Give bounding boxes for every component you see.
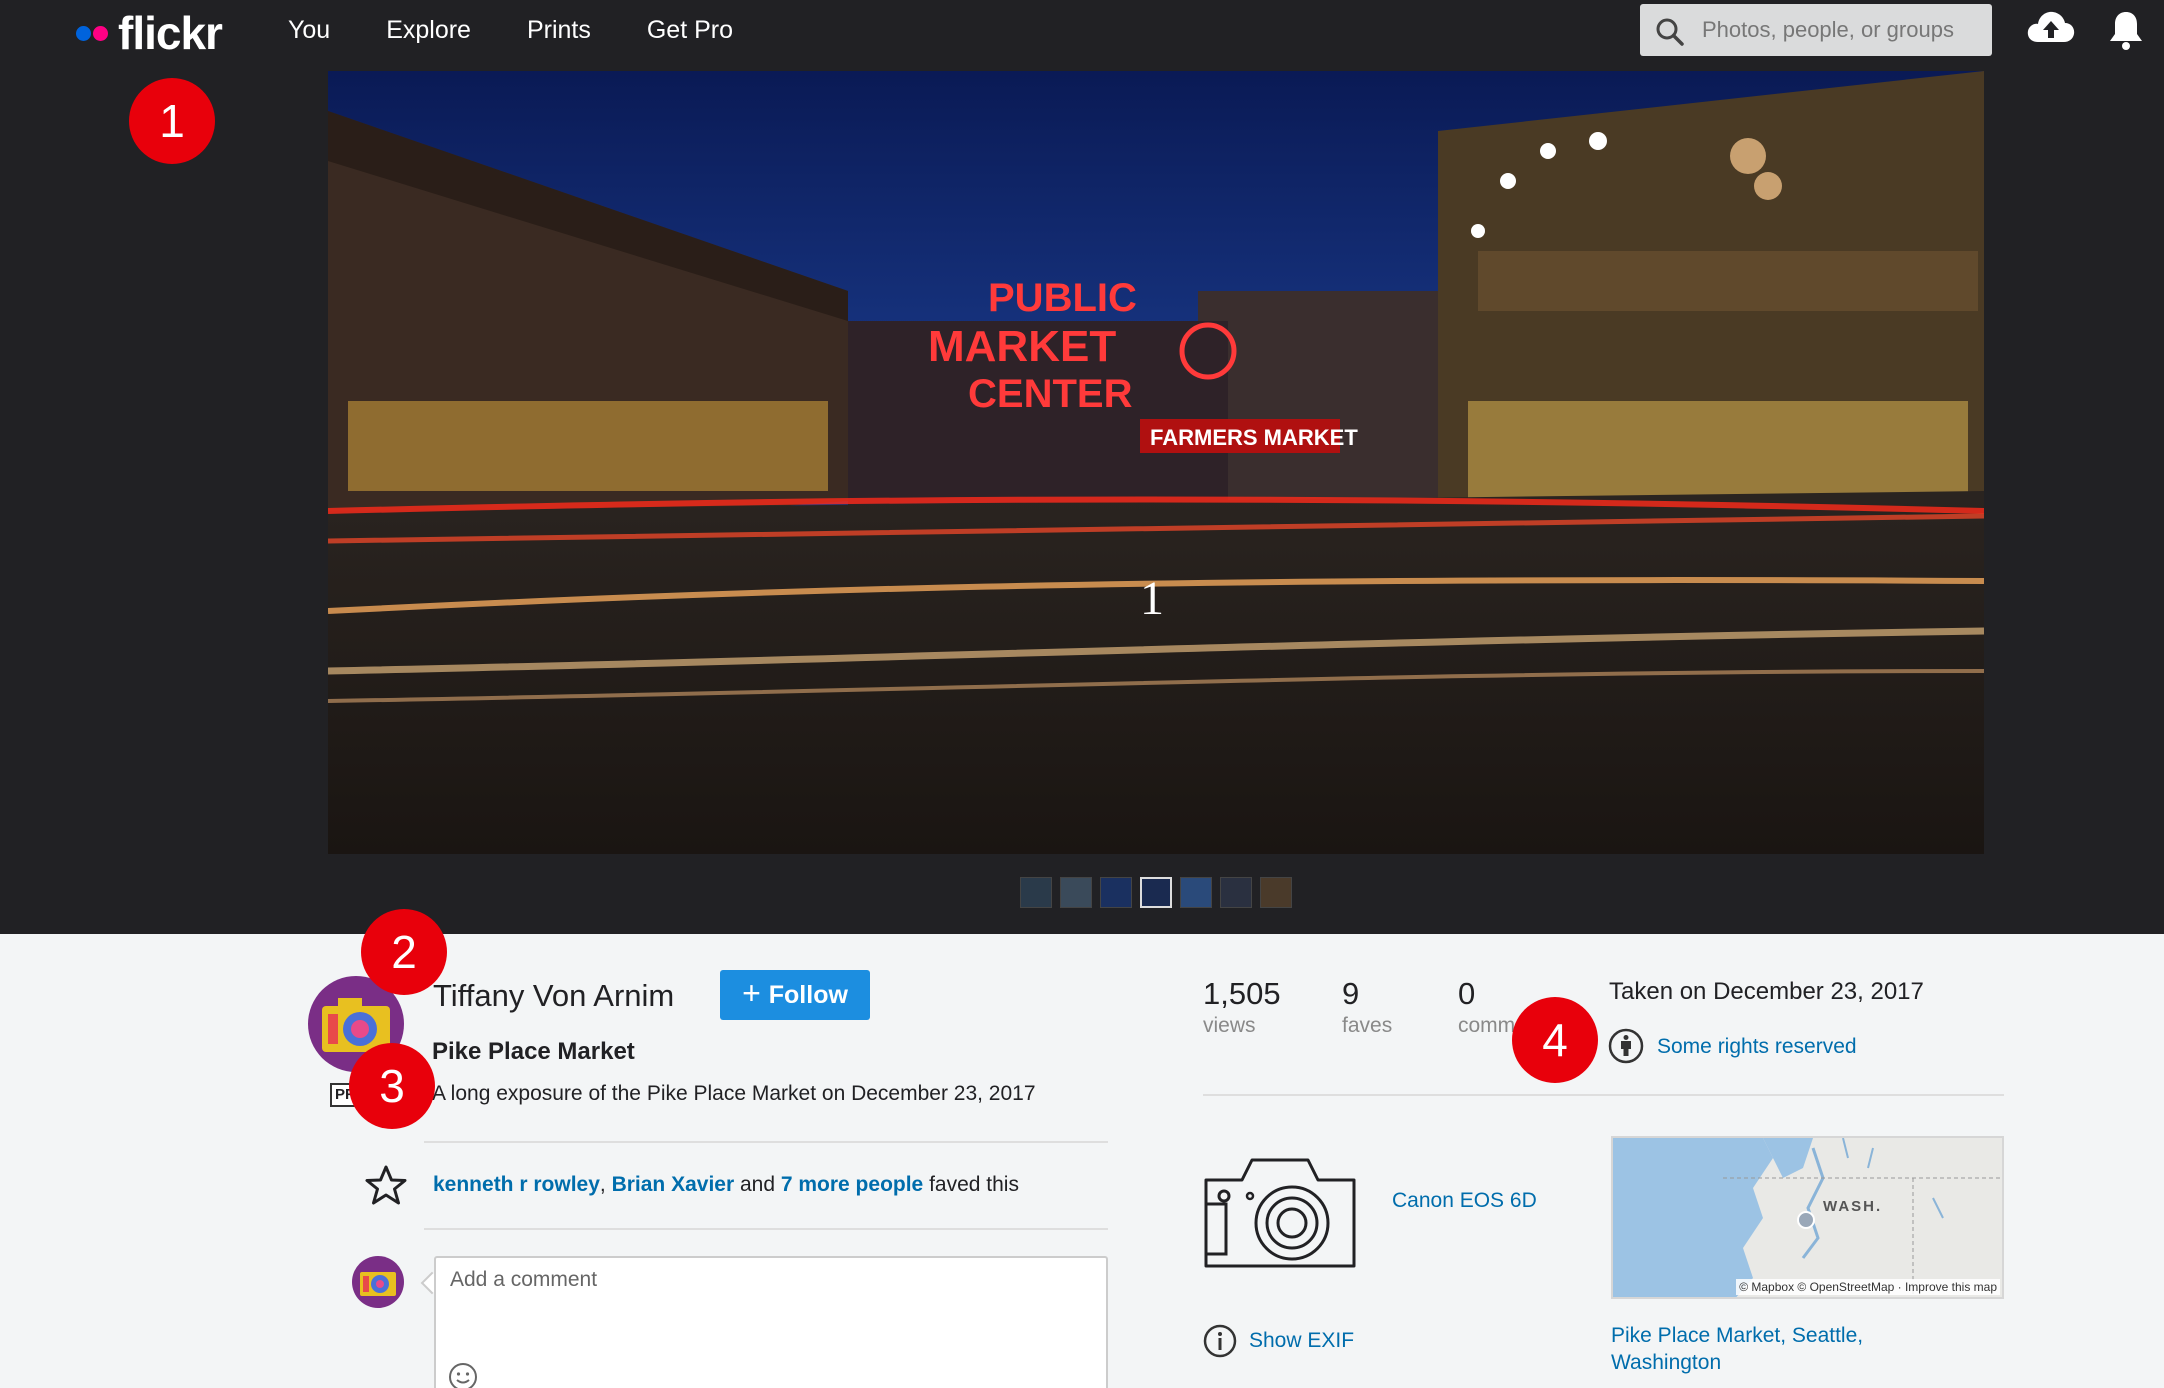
- nav-you[interactable]: You: [288, 16, 330, 45]
- faved-suffix: faved this: [923, 1173, 1019, 1196]
- faved-by-text: kenneth r rowley, Brian Xavier and 7 mor…: [433, 1173, 1019, 1197]
- plus-icon: +: [742, 974, 761, 1011]
- views-label: views: [1203, 1014, 1256, 1037]
- show-exif-link[interactable]: Show EXIF: [1249, 1329, 1354, 1353]
- taken-date: Taken on December 23, 2017: [1609, 978, 1924, 1005]
- follow-button[interactable]: + Follow: [720, 970, 870, 1020]
- follow-button-label: Follow: [768, 980, 848, 1009]
- flickr-logo[interactable]: flickr: [76, 7, 223, 59]
- faved-person-link[interactable]: Brian Xavier: [612, 1173, 735, 1196]
- views-count: 1,505: [1203, 976, 1281, 1011]
- callout-marker-4: 4: [1512, 997, 1598, 1083]
- logo-wordmark: flickr: [118, 7, 223, 59]
- map-state-label: WASH.: [1823, 1198, 1883, 1215]
- thumbnail[interactable]: [1220, 877, 1252, 908]
- owner-name[interactable]: Tiffany Von Arnim: [433, 978, 674, 1014]
- faved-separator: and: [734, 1173, 781, 1196]
- faved-separator: ,: [599, 1173, 612, 1196]
- main-photo[interactable]: PUBLIC MARKET CENTER FARMERS MARKET 1: [328, 71, 1984, 854]
- notifications-bell-icon[interactable]: [2106, 9, 2146, 51]
- top-navigation-bar: flickr You Explore Prints Get Pro: [0, 0, 2164, 69]
- svg-text:MARKET: MARKET: [928, 322, 1116, 371]
- logo-blue-dot: [76, 25, 91, 41]
- logo-pink-dot: [93, 25, 108, 41]
- license-link[interactable]: Some rights reserved: [1657, 1035, 1857, 1059]
- faved-more-people-link[interactable]: 7 more people: [781, 1173, 923, 1196]
- main-nav: You Explore Prints Get Pro: [288, 0, 789, 60]
- location-map[interactable]: WASH. © Mapbox © OpenStreetMap · Improve…: [1611, 1136, 2004, 1299]
- photostream-thumbnails: [1020, 877, 1300, 908]
- nav-explore[interactable]: Explore: [386, 16, 471, 45]
- fave-star-icon[interactable]: [364, 1164, 408, 1206]
- license-attribution-icon: [1608, 1028, 1644, 1064]
- photo-index-label: 1: [1140, 572, 1164, 625]
- photo-title: Pike Place Market: [432, 1038, 635, 1065]
- comment-box[interactable]: [434, 1256, 1108, 1388]
- emoji-icon[interactable]: [448, 1362, 478, 1388]
- svg-text:FARMERS MARKET: FARMERS MARKET: [1150, 425, 1358, 450]
- views-stat: 1,505 views: [1203, 976, 1281, 1038]
- thumbnail[interactable]: [1180, 877, 1212, 908]
- faved-person-link[interactable]: kenneth r rowley: [433, 1173, 600, 1196]
- callout-marker-1: 1: [129, 78, 215, 164]
- nav-prints[interactable]: Prints: [527, 16, 591, 45]
- faves-stat[interactable]: 9 faves: [1342, 976, 1392, 1038]
- divider: [424, 1228, 1108, 1230]
- thumbnail-current[interactable]: [1140, 877, 1172, 908]
- comment-input[interactable]: [436, 1258, 1106, 1388]
- search-icon: [1656, 18, 1684, 46]
- photo-night-market-illustration: PUBLIC MARKET CENTER FARMERS MARKET: [328, 71, 1984, 854]
- thumbnail[interactable]: [1020, 877, 1052, 908]
- callout-marker-3: 3: [349, 1043, 435, 1129]
- search-box[interactable]: [1640, 4, 1992, 56]
- map-attribution[interactable]: © Mapbox © OpenStreetMap · Improve this …: [1736, 1279, 2000, 1295]
- location-link[interactable]: Pike Place Market, Seattle, Washington: [1611, 1322, 1911, 1376]
- current-user-avatar: [352, 1256, 404, 1308]
- map-illustration: [1613, 1138, 2002, 1297]
- divider: [1203, 1094, 2004, 1096]
- info-icon: [1203, 1324, 1237, 1358]
- avatar-camera-icon: [360, 1272, 396, 1296]
- thumbnail[interactable]: [1260, 877, 1292, 908]
- nav-get-pro[interactable]: Get Pro: [647, 16, 733, 45]
- camera-model-link[interactable]: Canon EOS 6D: [1392, 1189, 1537, 1213]
- camera-icon: [1204, 1158, 1356, 1268]
- photo-stage: PUBLIC MARKET CENTER FARMERS MARKET 1: [0, 69, 2164, 934]
- search-input[interactable]: [1702, 4, 1984, 56]
- faves-label: faves: [1342, 1014, 1393, 1037]
- faves-count: 9: [1342, 976, 1360, 1011]
- photo-description: A long exposure of the Pike Place Market…: [432, 1082, 1036, 1105]
- svg-text:CENTER: CENTER: [968, 372, 1133, 416]
- thumbnail[interactable]: [1100, 877, 1132, 908]
- callout-marker-2: 2: [361, 909, 447, 995]
- upload-cloud-icon[interactable]: [2026, 8, 2076, 48]
- svg-text:PUBLIC: PUBLIC: [988, 276, 1137, 320]
- divider: [424, 1141, 1108, 1143]
- thumbnail[interactable]: [1060, 877, 1092, 908]
